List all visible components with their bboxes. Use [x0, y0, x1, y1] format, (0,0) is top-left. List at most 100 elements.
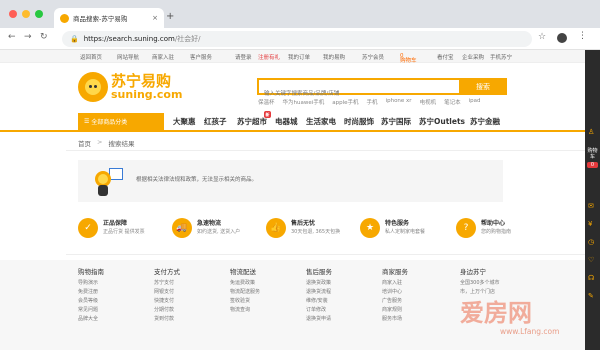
footer-link[interactable]: 退换货申请 [306, 315, 332, 324]
minimize-window-button[interactable] [22, 10, 30, 18]
maximize-window-button[interactable] [35, 10, 43, 18]
new-tab-button[interactable]: + [166, 11, 174, 22]
footer-link[interactable]: 服务市场 [382, 315, 408, 324]
nav-electronics[interactable]: 电器城 [275, 116, 298, 127]
footer-link[interactable]: 物流查询 [230, 306, 260, 315]
profile-avatar-icon[interactable] [557, 33, 567, 43]
thumbs-up-icon: 👍 [266, 218, 286, 238]
tab-title: 商品搜索-苏宁易购 [73, 15, 128, 23]
forward-button[interactable]: → [24, 32, 32, 42]
my-orders-link[interactable]: 我的订单 [288, 53, 310, 61]
nav-international[interactable]: 苏宁国际 [381, 116, 411, 127]
footer-link[interactable]: 货到付款 [154, 315, 180, 324]
search-button[interactable]: 搜索 [459, 78, 507, 95]
footer-link[interactable]: 退换货流程 [306, 288, 332, 297]
browser-tab[interactable]: 商品搜索-苏宁易购 × [54, 8, 164, 28]
browser-menu-icon[interactable]: ⋮ [578, 31, 587, 41]
sidebar-cart-count: 0 [587, 162, 598, 168]
menu-icon: ☰ [84, 118, 92, 125]
enterprise-link[interactable]: 企业采购 [462, 53, 484, 61]
service-desc: 私人定制家电套餐 [385, 229, 426, 235]
close-window-button[interactable] [9, 10, 17, 18]
watermark-brand: 爱房网 [460, 299, 532, 327]
footer-link[interactable]: 维修/安装 [306, 297, 332, 306]
nav-supermarket[interactable]: 苏宁超市 [237, 116, 267, 127]
hot-word-link[interactable]: iphone xr [386, 98, 412, 106]
footer-link[interactable]: 分期付款 [154, 306, 180, 315]
login-link[interactable]: 请登录 [235, 53, 252, 61]
nav-fashion[interactable]: 时尚服饰 [344, 116, 374, 127]
footer-link[interactable]: 苏宁支付 [154, 279, 180, 288]
phone-app-link[interactable]: 手机苏宁 [490, 53, 512, 61]
member-link[interactable]: 苏宁会员 [362, 53, 384, 61]
footer-link[interactable]: 商家入驻 [382, 279, 408, 288]
footer-link[interactable]: 商家规则 [382, 306, 408, 315]
service-help[interactable]: ? 帮助中心 您的购物指南 [456, 218, 511, 238]
bookmark-star-icon[interactable]: ☆ [538, 32, 546, 42]
hot-word-link[interactable]: 笔记本 [444, 98, 461, 106]
cart-link[interactable]: 购物车 0 [400, 53, 417, 64]
service-headset-icon[interactable]: ☊ [588, 274, 594, 282]
footer-link[interactable]: 常见问题 [78, 306, 104, 315]
all-categories-button[interactable]: ☰ 全部商品分类 [78, 113, 164, 130]
service-special[interactable]: ★ 特色服务 私人定制家电套餐 [360, 218, 425, 238]
footer-link[interactable]: 订单修改 [306, 306, 332, 315]
footer-link[interactable]: 培训中心 [382, 288, 408, 297]
search-box: 搜索 [257, 78, 507, 101]
footer-link[interactable]: 免运费政策 [230, 279, 260, 288]
footer-link[interactable]: 签收验货 [230, 297, 260, 306]
footer-link[interactable]: 导购演示 [78, 279, 104, 288]
footer-link[interactable]: 退换货政策 [306, 279, 332, 288]
service-aftersale[interactable]: 👍 售后无忧 30天包退, 365天包换 [266, 218, 340, 238]
lion-mascot-icon [95, 168, 123, 196]
new-badge: 新 [264, 111, 271, 118]
nav-outlets[interactable]: 苏宁Outlets [419, 116, 465, 127]
sidebar-cart[interactable]: 购物车 0 [587, 148, 598, 168]
footer-link[interactable]: 物流配送服务 [230, 288, 260, 297]
suning-logo[interactable]: 苏宁易购 suning.com [78, 72, 182, 102]
feedback-icon[interactable]: ✎ [588, 292, 594, 300]
footer-link[interactable]: 会员等级 [78, 297, 104, 306]
user-icon[interactable]: ♙ [588, 128, 594, 136]
service-logistics[interactable]: 🚚 急速物流 如约送货, 送货入户 [172, 218, 240, 238]
home-link[interactable]: 返回首页 [80, 53, 102, 61]
close-tab-icon[interactable]: × [152, 14, 158, 22]
service-title: 急速物流 [197, 220, 222, 227]
footer-link[interactable]: 网银支付 [154, 288, 180, 297]
footer-link[interactable]: 广告服务 [382, 297, 408, 306]
footer-link[interactable]: 全国300多个城市 [460, 279, 500, 288]
hot-word-link[interactable]: apple手机 [332, 98, 358, 106]
history-icon[interactable]: ◷ [588, 238, 594, 246]
footer-heading: 支付方式 [154, 268, 180, 276]
nav-finance[interactable]: 苏宁金融 [470, 116, 500, 127]
url-path: /社会好/ [174, 35, 201, 43]
service-genuine[interactable]: ✓ 正品保障 正品行货 提供发票 [78, 218, 145, 238]
hot-word-link[interactable]: 保温杯 [258, 98, 275, 106]
kanfubao-link[interactable]: 看付宝 [437, 53, 454, 61]
customer-service-link[interactable]: 客户服务 [190, 53, 212, 61]
coupon-icon[interactable]: ¥ [588, 220, 592, 228]
reload-button[interactable]: ↻ [40, 32, 48, 42]
nav-dajuhui[interactable]: 大聚惠 [173, 116, 196, 127]
my-yigou-link[interactable]: 我的易购 [323, 53, 345, 61]
hot-word-link[interactable]: 电视机 [420, 98, 437, 106]
footer-link[interactable]: 快捷支付 [154, 297, 180, 306]
message-icon[interactable]: ✉ [588, 202, 594, 210]
hot-word-link[interactable]: ipad [469, 98, 481, 106]
nav-hongHaizi[interactable]: 红孩子 [204, 116, 227, 127]
breadcrumb-home[interactable]: 首页 [78, 138, 91, 148]
footer-column: 物流配送 免运费政策 物流配送服务 签收验货 物流查询 [230, 266, 260, 315]
hot-word-link[interactable]: 手机 [367, 98, 378, 106]
back-button[interactable]: ← [8, 32, 16, 42]
lion-logo-icon [78, 72, 108, 102]
footer-link[interactable]: 免费注册 [78, 288, 104, 297]
merchant-join-link[interactable]: 商家入驻 [152, 53, 174, 61]
hot-word-link[interactable]: 华为huawei手机 [283, 98, 325, 106]
favorite-icon[interactable]: ♡ [588, 256, 594, 264]
nav-home-appliances[interactable]: 生活家电 [306, 116, 336, 127]
address-bar[interactable]: 🔒 https://search.suning.com /社会好/ [62, 31, 532, 47]
register-link[interactable]: 注册有礼 [258, 53, 280, 61]
service-title: 帮助中心 [481, 220, 506, 227]
footer-link[interactable]: 品牌大全 [78, 315, 104, 324]
site-nav-link[interactable]: 网站导航 [117, 53, 139, 61]
